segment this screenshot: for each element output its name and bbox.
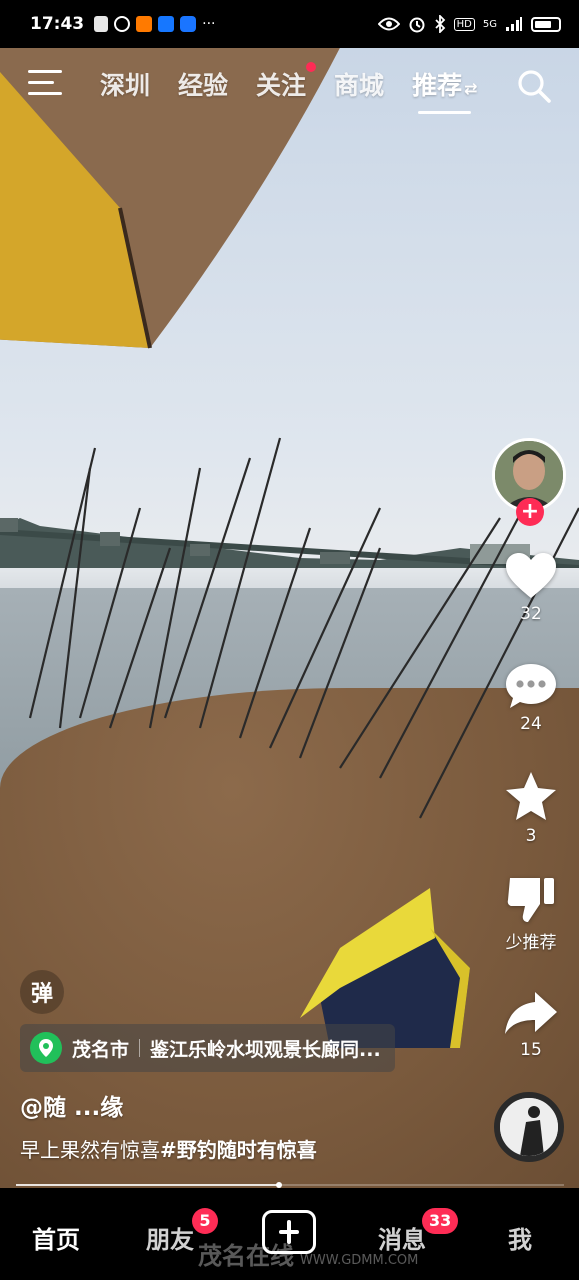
alarm-icon [409, 17, 425, 33]
favorite-count: 3 [525, 826, 537, 846]
comment-button[interactable]: 24 [496, 662, 566, 734]
friends-badge: 5 [192, 1208, 218, 1234]
new-content-dot [306, 62, 317, 72]
favorite-button[interactable]: 3 [496, 770, 566, 846]
battery-icon [531, 16, 561, 32]
app-notification-icon [94, 16, 109, 32]
location-pin-icon [30, 1032, 62, 1064]
tab-following[interactable]: 关注 [256, 62, 317, 102]
swap-icon: ⇄ [464, 79, 478, 98]
caption-text: 早上果然有惊喜 [20, 1138, 160, 1162]
location-city: 茂名市 [72, 1038, 130, 1061]
like-button[interactable]: 32 [496, 552, 566, 624]
tab-mall[interactable]: 商城 [334, 66, 384, 102]
not-interested-label: 少推荐 [505, 933, 557, 953]
tab-experience[interactable]: 经验 [178, 66, 228, 102]
comment-icon [506, 664, 556, 708]
menu-icon[interactable] [28, 70, 62, 98]
status-system-icons: HD 5G [377, 15, 561, 33]
like-count: 32 [520, 604, 542, 624]
fishing-rods [28, 437, 579, 819]
video-player[interactable] [0, 48, 579, 1188]
status-app-icons: ··· [94, 16, 215, 32]
nav-home[interactable]: 首页 [32, 1220, 80, 1255]
tab-recommend[interactable]: 推荐 ⇄ [412, 66, 478, 114]
danmu-toggle[interactable]: 弹 [20, 970, 64, 1014]
nav-me[interactable]: 我 [508, 1220, 532, 1255]
video-progress-bar[interactable] [16, 1182, 564, 1188]
share-arrow-icon [505, 992, 557, 1034]
alipay-icon [158, 16, 175, 32]
feed-tabs: 深圳 经验 关注 商城 推荐 ⇄ [100, 62, 478, 114]
music-disc[interactable] [494, 1092, 564, 1162]
search-icon[interactable] [516, 68, 552, 104]
messages-badge: 33 [422, 1208, 459, 1234]
location-divider [139, 1039, 141, 1057]
more-notifications-icon: ··· [202, 16, 216, 32]
share-count: 15 [520, 1040, 542, 1060]
signal-icon [506, 17, 522, 31]
network-type: 5G [482, 18, 497, 30]
caption-hashtag[interactable]: #野钓随时有惊喜 [160, 1138, 317, 1162]
music-cover-icon [500, 1098, 558, 1156]
chat-notification-icon [114, 16, 131, 32]
tab-shenzhen[interactable]: 深圳 [100, 66, 150, 102]
site-watermark: 茂名在线 WWW.GDMM.COM [198, 1242, 419, 1270]
top-nav: 深圳 经验 关注 商城 推荐 ⇄ [0, 48, 579, 120]
location-tag[interactable]: 茂名市 鉴江乐岭水坝观景长廊同... [20, 1024, 395, 1072]
comment-count: 24 [520, 714, 542, 734]
bluetooth-icon [435, 15, 445, 33]
author-name[interactable]: @随 ...缘 [20, 1088, 123, 1122]
follow-button[interactable]: + [516, 498, 544, 526]
browser-icon [180, 16, 197, 32]
video-caption: 早上果然有惊喜#野钓随时有惊喜 [20, 1134, 317, 1163]
not-interested-button[interactable]: 少推荐 [496, 874, 566, 953]
share-button[interactable]: 15 [496, 990, 566, 1060]
nav-friends[interactable]: 朋友 [146, 1220, 194, 1255]
hd-icon: HD [453, 17, 475, 31]
star-icon [506, 772, 556, 820]
video-app-icon [136, 16, 153, 32]
heart-icon [506, 553, 556, 598]
thumbs-down-icon [507, 878, 554, 922]
location-place: 鉴江乐岭水坝观景长廊同... [150, 1038, 381, 1061]
eye-icon [377, 17, 400, 31]
progress-fill [16, 1184, 280, 1186]
status-bar: 17:43 ··· HD 5G [0, 0, 579, 48]
status-time: 17:43 [30, 14, 85, 34]
